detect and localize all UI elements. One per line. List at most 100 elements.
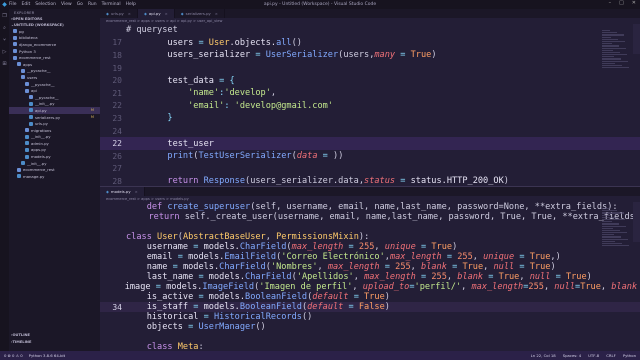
status-item[interactable]: Spaces: 4 bbox=[563, 353, 581, 358]
window-controls: – □ ✕ bbox=[609, 0, 636, 6]
file-tree-item[interactable]: __init__.py bbox=[9, 160, 100, 167]
code-line[interactable]: objects = UserManager() bbox=[100, 322, 640, 332]
code-line[interactable]: 21 'name':'develop', bbox=[100, 87, 640, 100]
scrollbar-top[interactable] bbox=[633, 24, 640, 54]
menu-view[interactable]: View bbox=[61, 2, 72, 7]
file-tree-item[interactable]: api.py M bbox=[9, 107, 100, 114]
code-line[interactable]: email = models.EmailField('Correo Electr… bbox=[100, 252, 640, 262]
code-line[interactable]: last_name = models.CharField('Apellidos'… bbox=[100, 272, 640, 282]
tab-models-py[interactable]: ◆ models.py × bbox=[100, 187, 145, 196]
minimap-top[interactable] bbox=[602, 29, 630, 69]
close-tab-icon[interactable]: × bbox=[165, 11, 168, 16]
file-tree-item[interactable]: Python 3 bbox=[9, 48, 100, 55]
file-tree-item[interactable]: __pycache__ bbox=[9, 81, 100, 88]
scrollbar-bottom[interactable] bbox=[633, 202, 640, 242]
file-tree-item[interactable]: urls.py bbox=[9, 120, 100, 127]
extensions-icon[interactable]: ⊞ bbox=[2, 61, 6, 67]
file-tree-item[interactable]: apps.py bbox=[9, 147, 100, 154]
tab-api-py[interactable]: ◆ api.py × bbox=[137, 9, 175, 18]
menu-selection[interactable]: Selection bbox=[35, 2, 56, 7]
explorer-icon[interactable]: ❐ bbox=[2, 13, 6, 19]
code-line[interactable]: # queryset bbox=[100, 24, 640, 37]
file-tree-label: __init__.py bbox=[35, 101, 55, 107]
code-line[interactable]: return self._create_user(username, email… bbox=[100, 212, 640, 222]
file-tree-item[interactable]: __pycache__ bbox=[9, 94, 100, 101]
code-text: name = models.CharField('Nombres', max_l… bbox=[126, 262, 556, 272]
file-tree-item[interactable]: serializers.py M bbox=[9, 114, 100, 121]
menu-help[interactable]: Help bbox=[126, 2, 136, 7]
status-item[interactable]: Python 3.8.6 64-bit bbox=[29, 353, 65, 358]
status-item[interactable]: UTF-8 bbox=[588, 353, 599, 358]
code-text: is_active = models.BooleanField(default … bbox=[126, 292, 390, 302]
code-line[interactable]: class User(AbstractBaseUser, Permissions… bbox=[100, 232, 640, 242]
maximize-icon[interactable]: □ bbox=[619, 0, 624, 6]
code-line[interactable]: 26 print(TestUserSerializer(data = )) bbox=[100, 150, 640, 163]
code-line[interactable]: 28 return Response(users_serializer.data… bbox=[100, 175, 640, 186]
code-line[interactable]: is_active = models.BooleanField(default … bbox=[100, 292, 640, 302]
code-line[interactable]: 19 bbox=[100, 62, 640, 75]
file-tree-item[interactable]: ecommerce_rest bbox=[9, 54, 100, 61]
minimize-icon[interactable]: – bbox=[609, 0, 612, 6]
file-tree-label: __init__.py bbox=[31, 134, 51, 140]
code-line[interactable]: 34 is_staff = models.BooleanField(defaul… bbox=[100, 302, 640, 312]
menu-go[interactable]: Go bbox=[77, 2, 83, 7]
close-tab-icon[interactable]: × bbox=[215, 11, 218, 16]
status-item[interactable]: Ln 22, Col 18 bbox=[531, 353, 556, 358]
file-tree-item[interactable]: pg bbox=[9, 28, 100, 35]
file-tree-item[interactable]: users bbox=[9, 74, 100, 81]
code-line[interactable]: class Meta: bbox=[100, 342, 640, 351]
minimap-bottom[interactable] bbox=[602, 207, 630, 247]
file-tree-item[interactable]: ecommerce_rest bbox=[9, 166, 100, 173]
file-tree-item[interactable]: migrations bbox=[9, 127, 100, 134]
close-icon[interactable]: ✕ bbox=[632, 0, 636, 6]
code-text: print(TestUserSerializer(data = )) bbox=[167, 151, 344, 162]
code-line[interactable]: 23 } bbox=[100, 112, 640, 125]
status-item[interactable]: CRLF bbox=[606, 353, 616, 358]
code-line[interactable]: name = models.CharField('Nombres', max_l… bbox=[100, 262, 640, 272]
run-debug-icon[interactable]: ▷ bbox=[3, 49, 7, 55]
line-number: 22 bbox=[112, 101, 122, 111]
file-tree-item[interactable]: biblioteca bbox=[9, 35, 100, 42]
close-tab-icon[interactable]: × bbox=[128, 11, 131, 16]
status-item[interactable]: 0 ⊗ 0 ⚠ 0 bbox=[4, 353, 23, 358]
source-control-icon[interactable]: ⑂ bbox=[3, 37, 6, 43]
folder-icon bbox=[25, 82, 29, 87]
close-tab-icon[interactable]: × bbox=[135, 189, 138, 194]
tab-serializers-py[interactable]: ◆ serializers.py × bbox=[175, 9, 225, 18]
file-tree-item[interactable]: models.py bbox=[9, 153, 100, 160]
code-line[interactable]: 17 users = User.objects.all() bbox=[100, 37, 640, 50]
editor-group-bottom[interactable]: ◆ models.py × ecommerce_rest > apps > user… bbox=[100, 186, 640, 351]
code-line[interactable]: def create_superuser(self, username, ema… bbox=[100, 202, 640, 212]
tab-urls-py[interactable]: ◆ urls.py × bbox=[100, 9, 138, 18]
code-line[interactable]: 20 test_data = { bbox=[100, 74, 640, 87]
code-line[interactable]: 24 bbox=[100, 125, 640, 138]
file-tree-item[interactable]: __init__.py bbox=[9, 101, 100, 108]
outline-section[interactable]: › OUTLINE bbox=[9, 332, 100, 338]
file-tree-item[interactable]: apps bbox=[9, 61, 100, 68]
code-line[interactable] bbox=[100, 332, 640, 342]
file-tree-item[interactable]: __init__.py bbox=[9, 134, 100, 141]
code-line[interactable]: 22 test_user bbox=[100, 137, 640, 150]
file-tree-item[interactable]: django_ecommerce bbox=[9, 41, 100, 48]
file-tree-label: apps.py bbox=[31, 147, 46, 153]
code-line[interactable]: image = models.ImageField('Imagen de per… bbox=[100, 282, 640, 292]
search-icon[interactable]: ⌕ bbox=[3, 25, 6, 31]
code-line[interactable] bbox=[100, 222, 640, 232]
code-line[interactable]: 18 users_serializer = UserSerializer(use… bbox=[100, 49, 640, 62]
file-tree-item[interactable]: admin.py bbox=[9, 140, 100, 147]
code-line[interactable]: 27 bbox=[100, 163, 640, 176]
editor-group-top[interactable]: ◆ urls.py × ◆ api.py × ◆ serializers.py × ecomme… bbox=[100, 9, 640, 186]
menu-run[interactable]: Run bbox=[88, 2, 97, 7]
status-item[interactable]: Python bbox=[623, 353, 636, 358]
code-line[interactable]: username = models.CharField(max_length =… bbox=[100, 242, 640, 252]
menu-file[interactable]: File bbox=[9, 2, 17, 7]
code-line[interactable]: historical = HistoricalRecords() bbox=[100, 312, 640, 322]
file-tree-item[interactable]: __pycache__ bbox=[9, 68, 100, 75]
timeline-section[interactable]: › TIMELINE bbox=[9, 339, 100, 345]
file-tree-item[interactable]: api bbox=[9, 87, 100, 94]
menu-edit[interactable]: Edit bbox=[22, 2, 31, 7]
file-tree-item[interactable]: manage.py bbox=[9, 173, 100, 180]
line-number: 27 bbox=[112, 164, 122, 174]
code-line[interactable]: 22 'email': 'develop@gmail.com' bbox=[100, 100, 640, 113]
menu-terminal[interactable]: Terminal bbox=[102, 2, 121, 7]
